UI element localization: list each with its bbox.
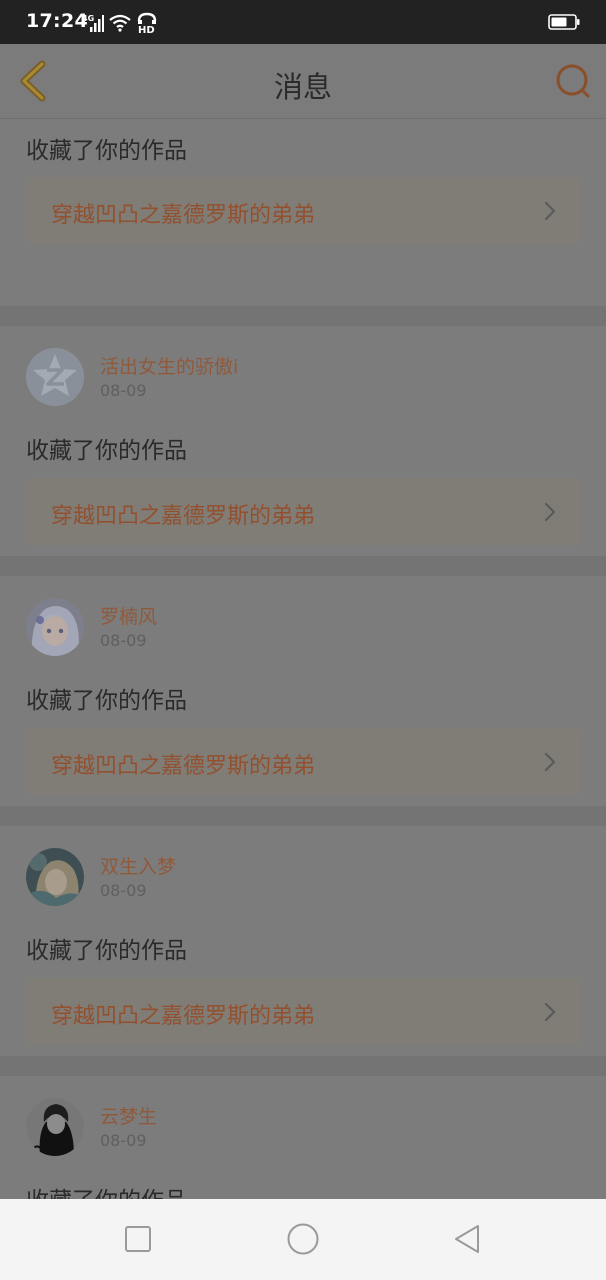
- network-label: 4G: [82, 14, 94, 23]
- page-title: 消息: [273, 70, 332, 104]
- circle-icon: [287, 1223, 319, 1255]
- message-card: 罗楠风 08-09 收藏了你的作品 穿越凹凸之嘉德罗斯的弟弟: [0, 576, 606, 806]
- hd-label: HD: [138, 25, 155, 34]
- user-avatar[interactable]: [26, 848, 84, 906]
- chevron-right-icon: [544, 752, 556, 772]
- message-date: 08-09: [100, 881, 147, 900]
- recents-button[interactable]: [120, 1221, 156, 1257]
- action-text: 收藏了你的作品: [26, 688, 187, 714]
- message-card: 云梦生 08-09 收藏了你的作品: [0, 1076, 606, 1199]
- status-bar: 17:24 4G HD: [0, 0, 606, 44]
- username[interactable]: 罗楠风: [100, 602, 157, 629]
- chevron-right-icon: [544, 1002, 556, 1022]
- work-link-card[interactable]: 穿越凹凸之嘉德罗斯的弟弟: [26, 478, 581, 545]
- username[interactable]: 双生入梦: [100, 852, 176, 879]
- default-avatar-icon: [26, 348, 84, 406]
- username[interactable]: 活出女生的骄傲i: [100, 352, 238, 379]
- work-title: 穿越凹凸之嘉德罗斯的弟弟: [51, 504, 316, 529]
- anime-girl-avatar-icon: [26, 598, 84, 656]
- work-title: 穿越凹凸之嘉德罗斯的弟弟: [51, 203, 316, 228]
- message-date: 08-09: [100, 381, 147, 400]
- status-icons: 4G HD: [82, 12, 158, 34]
- user-avatar[interactable]: [26, 348, 84, 406]
- top-nav-bar: 消息: [0, 44, 606, 119]
- message-list: 收藏了你的作品 穿越凹凸之嘉德罗斯的弟弟 活出女生的骄傲i 08-09 收藏了你…: [0, 119, 606, 1199]
- message-card: 活出女生的骄傲i 08-09 收藏了你的作品 穿越凹凸之嘉德罗斯的弟弟: [0, 326, 606, 556]
- dark-character-avatar-icon: [26, 1098, 84, 1156]
- user-avatar[interactable]: [26, 1098, 84, 1156]
- work-link-card[interactable]: 穿越凹凸之嘉德罗斯的弟弟: [26, 177, 581, 244]
- work-link-card[interactable]: 穿越凹凸之嘉德罗斯的弟弟: [26, 728, 581, 795]
- chevron-right-icon: [544, 201, 556, 221]
- search-button[interactable]: [554, 62, 592, 100]
- app-screen: 消息 收藏了你的作品 穿越凹凸之嘉德罗斯的弟弟 活出女生的骄傲i 08-09 收…: [0, 44, 606, 1199]
- triangle-back-icon: [455, 1225, 479, 1253]
- action-text: 收藏了你的作品: [26, 938, 187, 964]
- hd-call-icon: HD: [137, 12, 157, 34]
- message-date: 08-09: [100, 631, 147, 650]
- wifi-icon: [109, 14, 131, 32]
- search-icon: [556, 64, 590, 98]
- square-icon: [125, 1226, 151, 1252]
- action-text: 收藏了你的作品: [26, 138, 187, 164]
- action-text: 收藏了你的作品: [26, 1181, 187, 1199]
- user-avatar[interactable]: [26, 598, 84, 656]
- system-nav-bar: [0, 1199, 606, 1280]
- battery-icon: [548, 14, 580, 30]
- message-card: 双生入梦 08-09 收藏了你的作品 穿越凹凸之嘉德罗斯的弟弟: [0, 826, 606, 1056]
- message-card: 收藏了你的作品 穿越凹凸之嘉德罗斯的弟弟: [0, 119, 606, 306]
- work-link-card[interactable]: 穿越凹凸之嘉德罗斯的弟弟: [26, 978, 581, 1045]
- card-divider: [0, 806, 606, 826]
- username[interactable]: 云梦生: [100, 1102, 157, 1129]
- system-back-button[interactable]: [450, 1221, 486, 1257]
- work-title: 穿越凹凸之嘉德罗斯的弟弟: [51, 754, 316, 779]
- work-title: 穿越凹凸之嘉德罗斯的弟弟: [51, 1004, 316, 1029]
- message-date: 08-09: [100, 1131, 147, 1150]
- card-divider: [0, 556, 606, 576]
- home-button[interactable]: [285, 1221, 321, 1257]
- signal-icon: 4G: [82, 14, 104, 32]
- status-time: 17:24: [26, 10, 88, 32]
- chevron-right-icon: [544, 502, 556, 522]
- action-text: 收藏了你的作品: [26, 438, 187, 464]
- card-divider: [0, 306, 606, 326]
- anime-portrait-avatar-icon: [26, 848, 84, 906]
- card-divider: [0, 1056, 606, 1076]
